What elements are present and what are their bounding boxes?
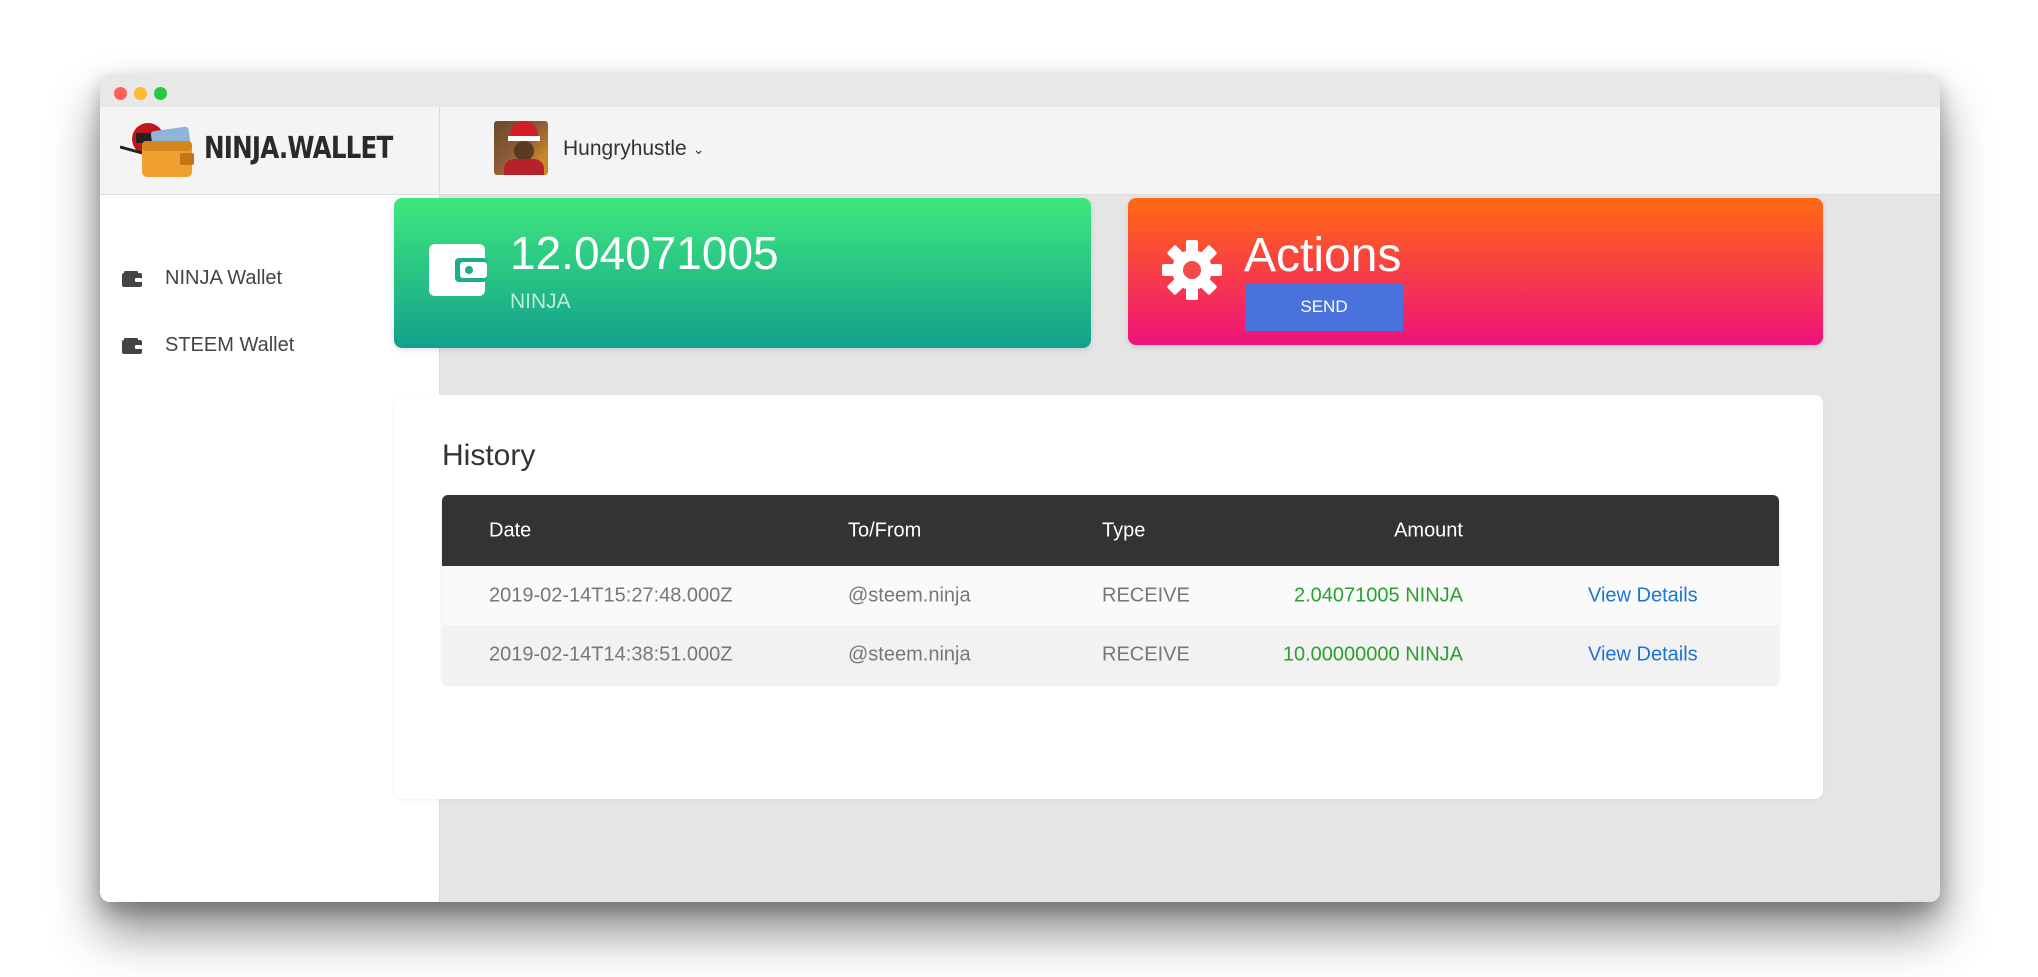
table-row: 2019-02-14T14:38:51.000Z @steem.ninja RE… (442, 625, 1779, 684)
history-panel: History Date To/From Type Amount 2019-02… (394, 395, 1823, 799)
view-details-link[interactable]: View Details (1588, 643, 1698, 666)
balance-unit: NINJA (510, 290, 571, 313)
row-date: 2019-02-14T14:38:51.000Z (489, 643, 733, 665)
row-amount: 2.04071005 NINJA (1293, 584, 1463, 606)
sidebar-item-label: NINJA Wallet (165, 267, 283, 289)
row-amount: 10.00000000 NINJA (1282, 643, 1463, 665)
wallet-icon (429, 244, 487, 296)
chevron-down-icon: ⌄ (692, 140, 705, 157)
balance-card: 12.04071005 NINJA (394, 198, 1091, 348)
history-table: Date To/From Type Amount 2019-02-14T15:2… (442, 495, 1779, 684)
sidebar: NINJA.WALLET NINJA Wallet STEEM Wallet (100, 107, 440, 902)
actions-card: Actions SEND (1128, 198, 1823, 345)
table-header: Date To/From Type Amount (442, 495, 1779, 566)
row-type: RECEIVE (1102, 584, 1190, 606)
sidebar-item-steem-wallet[interactable]: STEEM Wallet (100, 312, 439, 379)
ninja-logo-icon (120, 123, 194, 177)
close-window-button[interactable] (114, 87, 127, 100)
column-header-to-from: To/From (848, 519, 922, 541)
gear-icon (1162, 240, 1222, 300)
table-row: 2019-02-14T15:27:48.000Z @steem.ninja RE… (442, 566, 1779, 625)
brand-header[interactable]: NINJA.WALLET (100, 107, 439, 195)
top-bar: Hungryhustle ⌄ (440, 107, 1940, 195)
column-header-date: Date (489, 519, 532, 541)
user-menu[interactable]: Hungryhustle ⌄ (563, 137, 704, 161)
balance-value: 12.04071005 (510, 227, 779, 279)
avatar[interactable] (494, 121, 548, 175)
column-header-type: Type (1102, 519, 1146, 541)
row-date: 2019-02-14T15:27:48.000Z (489, 584, 733, 606)
username: Hungryhustle (563, 137, 687, 160)
wallet-icon (122, 270, 142, 287)
row-to-from: @steem.ninja (848, 584, 971, 606)
row-to-from: @steem.ninja (848, 643, 971, 665)
wallet-icon (122, 337, 142, 354)
row-type: RECEIVE (1102, 643, 1190, 665)
view-details-link[interactable]: View Details (1588, 584, 1698, 607)
window-titlebar (100, 75, 1940, 107)
send-button[interactable]: SEND (1245, 283, 1403, 331)
history-title: History (442, 439, 536, 472)
brand-name: NINJA.WALLET (204, 131, 393, 166)
sidebar-item-label: STEEM Wallet (165, 334, 295, 356)
maximize-window-button[interactable] (154, 87, 167, 100)
column-header-amount: Amount (1394, 519, 1463, 541)
sidebar-nav: NINJA Wallet STEEM Wallet (100, 195, 439, 379)
sidebar-item-ninja-wallet[interactable]: NINJA Wallet (100, 245, 439, 312)
minimize-window-button[interactable] (134, 87, 147, 100)
actions-title: Actions (1244, 229, 1402, 282)
